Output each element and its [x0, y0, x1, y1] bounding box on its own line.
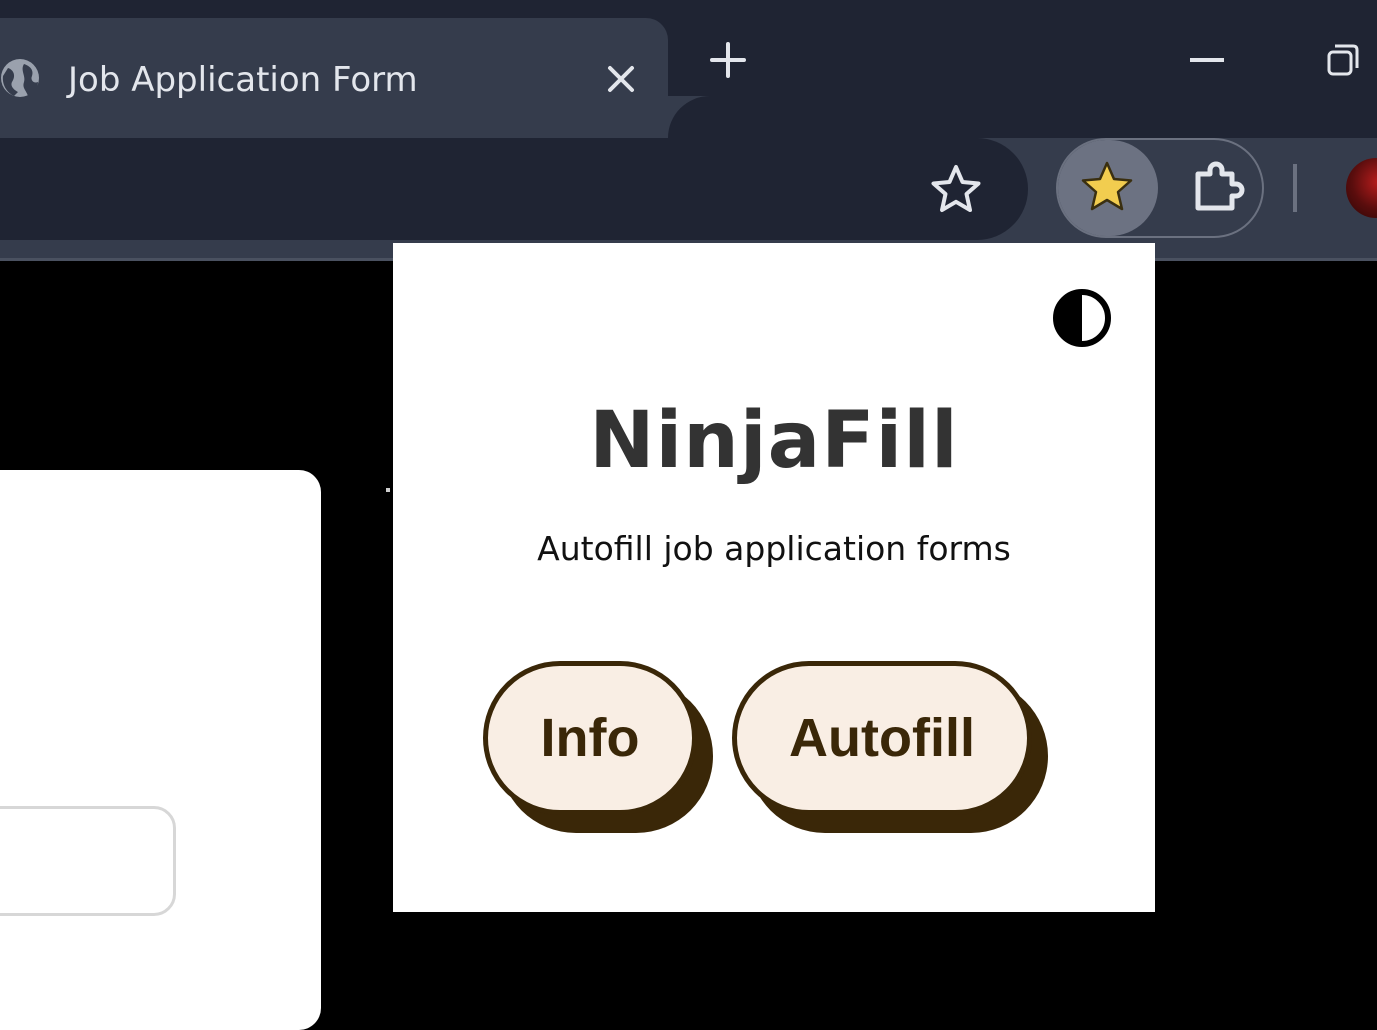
popup-subtitle: Autofill job application forms — [537, 529, 1011, 568]
autofill-button[interactable]: Autofill — [732, 661, 1032, 815]
address-bar[interactable] — [0, 138, 1028, 240]
close-icon[interactable] — [604, 62, 638, 96]
globe-icon — [1, 59, 39, 97]
restore-icon[interactable] — [1325, 42, 1361, 78]
ninjafill-star-icon[interactable] — [1078, 160, 1136, 216]
page-dot — [386, 488, 390, 492]
avatar[interactable] — [1346, 158, 1377, 218]
minimize-icon[interactable] — [1190, 58, 1224, 62]
puzzle-icon[interactable] — [1188, 160, 1246, 218]
plus-icon[interactable] — [708, 40, 748, 80]
form-card — [0, 470, 321, 1030]
browser-tab-active[interactable]: Job Application Form — [0, 18, 668, 138]
contrast-icon[interactable] — [1051, 287, 1113, 349]
form-input-field[interactable] — [0, 806, 176, 916]
extension-popup: NinjaFill Autofill job application forms… — [393, 243, 1155, 912]
popup-title: NinjaFill — [589, 396, 959, 486]
browser-titlebar: Job Application Form — [0, 0, 1377, 138]
info-button[interactable]: Info — [483, 661, 697, 815]
toolbar-divider — [1293, 164, 1297, 212]
tab-title: Job Application Form — [68, 60, 418, 100]
tab-corner — [668, 96, 712, 138]
bookmark-star-icon[interactable] — [928, 162, 984, 218]
